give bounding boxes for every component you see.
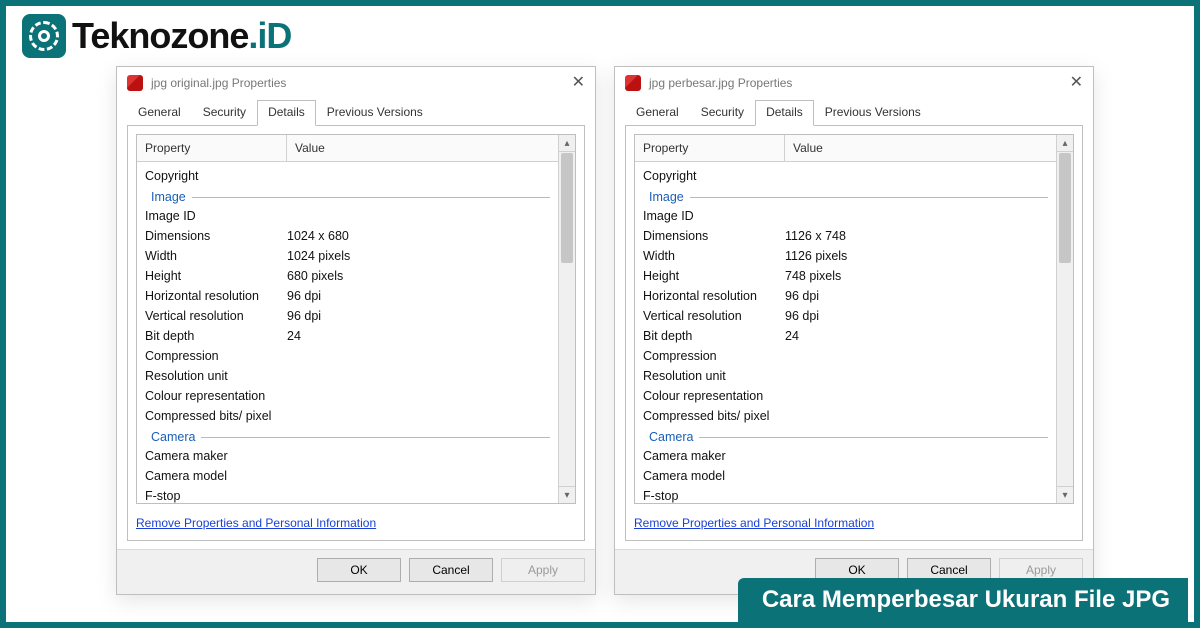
list-item[interactable]: Height748 pixels [635,266,1056,286]
list-item[interactable]: Bit depth24 [137,326,558,346]
tab-panel: Property Value Copyright Image Image ID … [127,125,585,541]
scroll-down-icon[interactable]: ▾ [1057,486,1073,503]
tab-general[interactable]: General [625,100,690,126]
file-type-icon [625,75,641,91]
window-title: jpg original.jpg Properties [151,76,286,90]
list-item[interactable]: Colour representation [635,386,1056,406]
group-header-camera: Camera [635,426,1056,446]
titlebar[interactable]: jpg original.jpg Properties ✕ [117,67,595,99]
list-item[interactable]: Bit depth24 [635,326,1056,346]
list-item[interactable]: Vertical resolution96 dpi [137,306,558,326]
scroll-down-icon[interactable]: ▾ [559,486,575,503]
list-item[interactable]: Camera model [635,466,1056,486]
list-item[interactable]: F-stop [137,486,558,503]
header-value: Value [785,135,1056,161]
properties-dialog-perbesar: jpg perbesar.jpg Properties ✕ General Se… [614,66,1094,595]
list-item[interactable]: Resolution unit [137,366,558,386]
list-item[interactable]: Resolution unit [635,366,1056,386]
tab-strip: General Security Details Previous Versio… [615,99,1093,125]
scroll-up-icon[interactable]: ▴ [1057,135,1073,152]
dialog-button-row: OK Cancel Apply [117,549,595,594]
tab-security[interactable]: Security [192,100,257,126]
list-item[interactable]: Image ID [137,206,558,226]
site-logo: Teknozone.iD [22,14,291,58]
group-header-camera: Camera [137,426,558,446]
list-header: Property Value [137,135,558,162]
ok-button[interactable]: OK [317,558,401,582]
list-item[interactable]: Colour representation [137,386,558,406]
remove-properties-link[interactable]: Remove Properties and Personal Informati… [136,516,376,530]
remove-properties-link[interactable]: Remove Properties and Personal Informati… [634,516,874,530]
list-item[interactable]: Copyright [635,166,1056,186]
tab-previous-versions[interactable]: Previous Versions [316,100,434,126]
close-icon[interactable]: ✕ [572,75,585,91]
scroll-thumb[interactable] [561,153,573,263]
scroll-up-icon[interactable]: ▴ [559,135,575,152]
scrollbar[interactable]: ▴ ▾ [558,135,575,503]
logo-mark-icon [22,14,66,58]
header-property: Property [137,135,287,161]
list-item[interactable]: Image ID [635,206,1056,226]
list-item[interactable]: F-stop [635,486,1056,503]
details-list: Property Value Copyright Image Image ID … [634,134,1074,504]
details-list: Property Value Copyright Image Image ID … [136,134,576,504]
list-item[interactable]: Horizontal resolution96 dpi [635,286,1056,306]
list-item[interactable]: Dimensions1024 x 680 [137,226,558,246]
list-item[interactable]: Compression [137,346,558,366]
list-item[interactable]: Compressed bits/ pixel [635,406,1056,426]
list-item[interactable]: Height680 pixels [137,266,558,286]
list-item[interactable]: Dimensions1126 x 748 [635,226,1056,246]
list-item[interactable]: Camera model [137,466,558,486]
window-title: jpg perbesar.jpg Properties [649,76,792,90]
titlebar[interactable]: jpg perbesar.jpg Properties ✕ [615,67,1093,99]
close-icon[interactable]: ✕ [1070,75,1083,91]
tab-panel: Property Value Copyright Image Image ID … [625,125,1083,541]
list-header: Property Value [635,135,1056,162]
list-item[interactable]: Compressed bits/ pixel [137,406,558,426]
tab-strip: General Security Details Previous Versio… [117,99,595,125]
cancel-button[interactable]: Cancel [409,558,493,582]
scrollbar[interactable]: ▴ ▾ [1056,135,1073,503]
tab-general[interactable]: General [127,100,192,126]
article-title-banner: Cara Memperbesar Ukuran File JPG [738,578,1188,622]
list-item[interactable]: Width1024 pixels [137,246,558,266]
tab-details[interactable]: Details [257,100,316,126]
list-item[interactable]: Camera maker [137,446,558,466]
group-header-image: Image [137,186,558,206]
list-item[interactable]: Width1126 pixels [635,246,1056,266]
logo-text: Teknozone.iD [72,15,291,57]
list-item[interactable]: Camera maker [635,446,1056,466]
list-item[interactable]: Compression [635,346,1056,366]
header-value: Value [287,135,558,161]
tab-previous-versions[interactable]: Previous Versions [814,100,932,126]
list-item[interactable]: Copyright [137,166,558,186]
tab-security[interactable]: Security [690,100,755,126]
header-property: Property [635,135,785,161]
list-item[interactable]: Vertical resolution96 dpi [635,306,1056,326]
properties-dialog-original: jpg original.jpg Properties ✕ General Se… [116,66,596,595]
scroll-thumb[interactable] [1059,153,1071,263]
group-header-image: Image [635,186,1056,206]
apply-button: Apply [501,558,585,582]
file-type-icon [127,75,143,91]
list-item[interactable]: Horizontal resolution96 dpi [137,286,558,306]
tab-details[interactable]: Details [755,100,814,126]
